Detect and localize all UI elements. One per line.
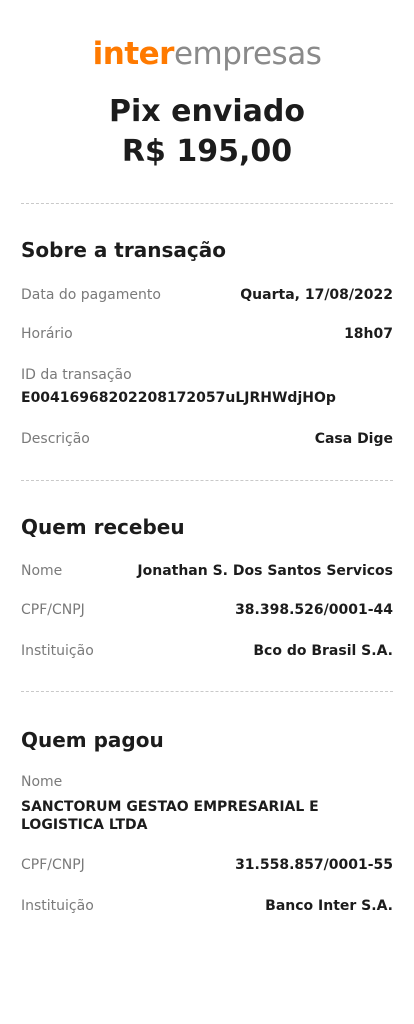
payer-institution-label: Instituição <box>21 898 94 914</box>
row-time: Horário 18h07 <box>21 324 393 344</box>
row-recipient-name: Nome Jonathan S. Dos Santos Servicos <box>21 561 393 581</box>
brand-logo: interempresas <box>0 34 414 74</box>
transaction-id-label: ID da transação <box>21 367 132 383</box>
divider <box>21 203 393 204</box>
recipient-institution-label: Instituição <box>21 643 94 659</box>
payer-name-value: SANCTORUM GESTAO EMPRESARIAL E LOGISTICA… <box>21 799 319 833</box>
section-title-recipient: Quem recebeu <box>21 515 185 539</box>
section-title-payer: Quem pagou <box>21 728 164 752</box>
payment-date-value: Quarta, 17/08/2022 <box>240 287 393 303</box>
row-recipient-institution: Instituição Bco do Brasil S.A. <box>21 641 393 661</box>
row-payer-institution: Instituição Banco Inter S.A. <box>21 896 393 916</box>
recipient-name-value: Jonathan S. Dos Santos Servicos <box>137 563 393 579</box>
payer-doc-label: CPF/CNPJ <box>21 857 85 873</box>
row-payment-date: Data do pagamento Quarta, 17/08/2022 <box>21 285 393 305</box>
payer-institution-value: Banco Inter S.A. <box>265 898 393 914</box>
description-value: Casa Dige <box>314 431 393 447</box>
payment-date-label: Data do pagamento <box>21 287 161 303</box>
recipient-institution-value: Bco do Brasil S.A. <box>253 643 393 659</box>
row-description: Descrição Casa Dige <box>21 429 393 449</box>
time-value: 18h07 <box>344 326 393 342</box>
time-label: Horário <box>21 326 73 342</box>
payer-doc-value: 31.558.857/0001-55 <box>235 857 393 873</box>
receipt-amount: R$ 195,00 <box>121 134 293 169</box>
payer-name-label: Nome <box>21 774 63 790</box>
row-recipient-doc: CPF/CNPJ 38.398.526/0001-44 <box>21 600 393 620</box>
recipient-doc-value: 38.398.526/0001-44 <box>235 602 393 618</box>
recipient-doc-label: CPF/CNPJ <box>21 602 85 618</box>
brand-logo-primary: inter <box>92 36 175 72</box>
transaction-id-value: E00416968202208172057uLJRHWdjHOp <box>21 390 336 406</box>
description-label: Descrição <box>21 431 90 447</box>
divider <box>21 691 393 692</box>
receipt-title: Pix enviado <box>109 94 305 129</box>
pix-receipt: interempresas Pix enviado R$ 195,00 Sobr… <box>0 0 414 1024</box>
divider <box>21 480 393 481</box>
section-title-transaction: Sobre a transação <box>21 238 226 262</box>
recipient-name-label: Nome <box>21 563 63 579</box>
row-payer-doc: CPF/CNPJ 31.558.857/0001-55 <box>21 855 393 875</box>
brand-logo-secondary: empresas <box>173 36 322 72</box>
